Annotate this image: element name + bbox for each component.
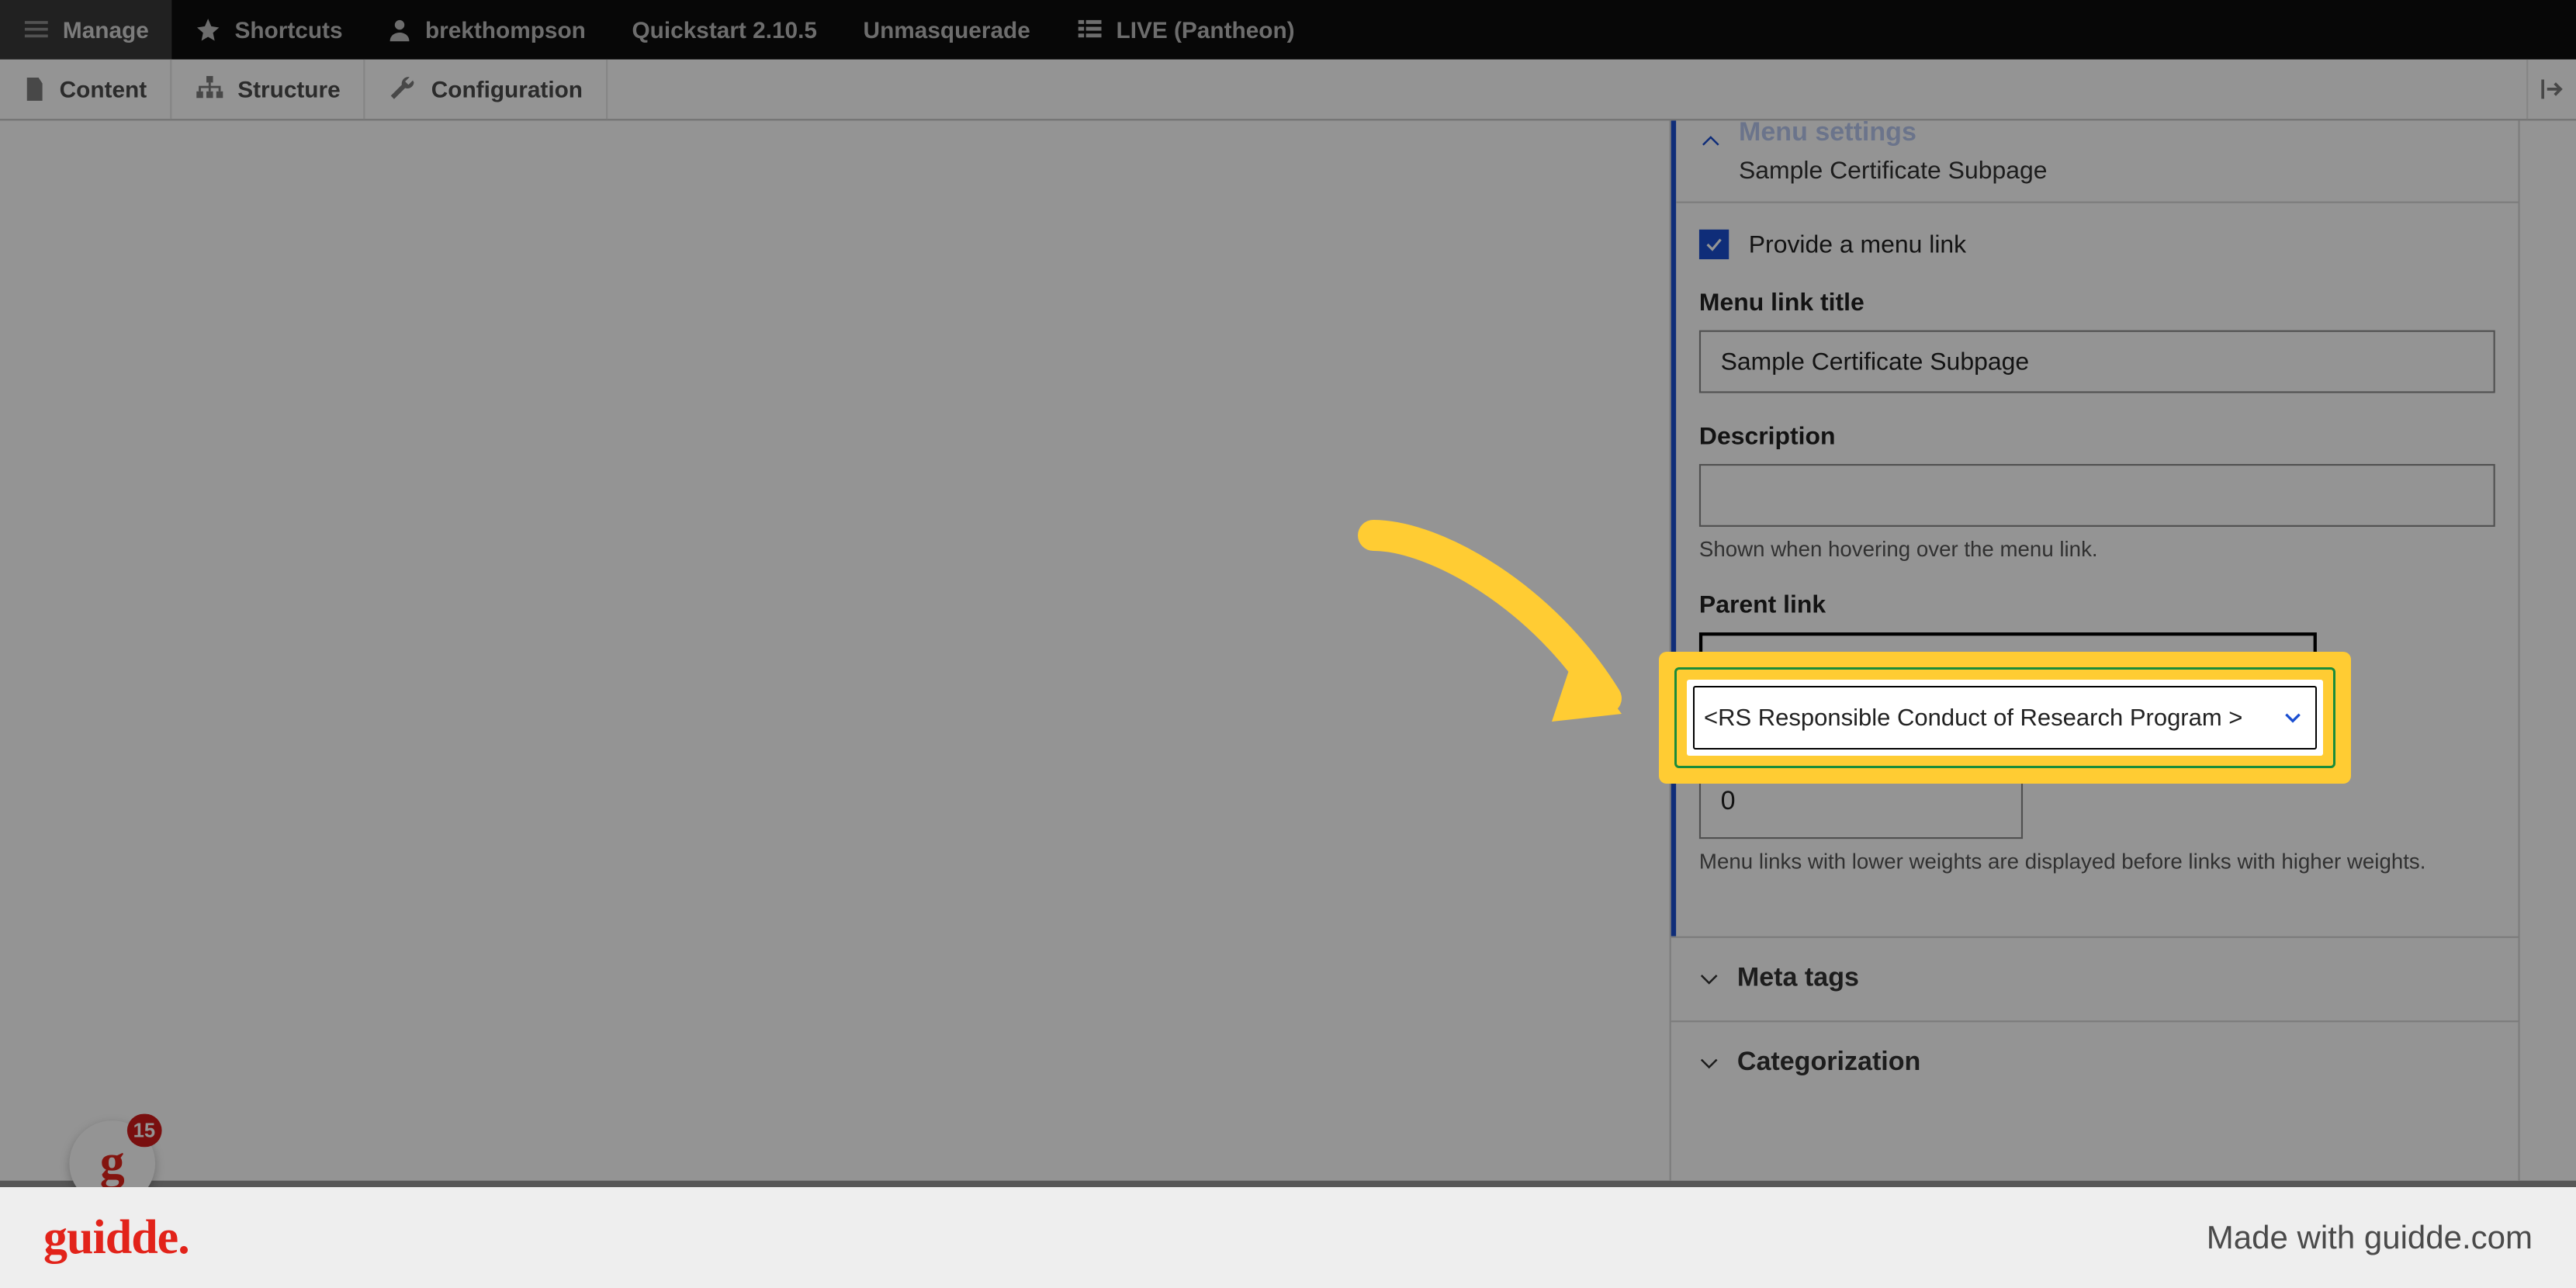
description-help: Shown when hovering over the menu link. — [1699, 537, 2495, 562]
guidde-footer: guidde. Made with guidde.com — [0, 1187, 2576, 1288]
parent-link-label: Parent link — [1699, 591, 2495, 619]
menu-link-title-label: Menu link title — [1699, 289, 2495, 317]
environment-label: LIVE (Pantheon) — [1117, 16, 1295, 43]
categorization-label: Categorization — [1737, 1048, 1920, 1078]
document-icon — [23, 76, 47, 102]
hamburger-icon — [23, 18, 50, 41]
user-menu[interactable]: brekthompson — [365, 0, 608, 60]
guidde-logo: guidde. — [43, 1210, 189, 1265]
weight-input[interactable] — [1699, 766, 2023, 839]
parent-link-select[interactable]: <RS Responsible Conduct of Research Prog… — [1699, 632, 2317, 695]
chevron-down-icon — [1698, 1052, 1721, 1075]
user-label: brekthompson — [425, 16, 586, 43]
meta-tags-label: Meta tags — [1737, 964, 1859, 994]
checkmark-icon — [1704, 234, 1724, 254]
star-icon — [195, 16, 221, 43]
description-input[interactable] — [1699, 464, 2495, 527]
unmasquerade-link[interactable]: Unmasquerade — [840, 0, 1054, 60]
quickstart-link[interactable]: Quickstart 2.10.5 — [609, 0, 840, 60]
unmasquerade-label: Unmasquerade — [864, 16, 1030, 43]
content-label: Content — [60, 76, 147, 102]
guidde-badge-count: 15 — [126, 1114, 161, 1148]
user-icon — [389, 16, 412, 43]
manage-label: Manage — [63, 16, 149, 43]
description-label: Description — [1699, 423, 2495, 451]
quickstart-label: Quickstart 2.10.5 — [632, 16, 816, 43]
chevron-down-icon — [2274, 653, 2297, 676]
menu-settings-body: Provide a menu link Menu link title Desc… — [1676, 202, 2518, 917]
wrench-icon — [388, 76, 417, 102]
weight-help: Menu links with lower weights are displa… — [1699, 849, 2495, 874]
shortcuts-menu[interactable]: Shortcuts — [172, 0, 366, 60]
admin-toolbar: Content Structure Configuration — [0, 60, 2576, 121]
chevron-down-icon — [1698, 968, 1721, 991]
environment-indicator[interactable]: LIVE (Pantheon) — [1054, 0, 1318, 60]
page-body: Menu settings Sample Certificate Subpage… — [0, 120, 2576, 1180]
meta-tags-section[interactable]: Meta tags — [1671, 937, 2519, 1021]
menu-link-title-input[interactable] — [1699, 331, 2495, 393]
bars-icon — [1076, 18, 1103, 41]
content-link[interactable]: Content — [0, 60, 171, 119]
provide-menu-link-checkbox[interactable] — [1699, 230, 1729, 259]
weight-label: Weight — [1699, 725, 2495, 753]
toolbar-collapse[interactable] — [2526, 60, 2576, 119]
menu-settings-title: Menu settings — [1739, 120, 1916, 147]
menu-settings-subtitle: Sample Certificate Subpage — [1676, 157, 2518, 185]
menu-settings-header[interactable]: Menu settings — [1676, 120, 2518, 157]
chevron-up-icon — [1699, 130, 1723, 154]
app-canvas: Menu settings Sample Certificate Subpage… — [0, 0, 2576, 1181]
sitemap-icon — [195, 76, 224, 102]
collapse-icon — [2539, 78, 2565, 101]
structure-link[interactable]: Structure — [171, 60, 365, 119]
provide-menu-link-label: Provide a menu link — [1749, 230, 1966, 258]
guidde-badge-g: g — [100, 1135, 125, 1191]
configuration-link[interactable]: Configuration — [365, 60, 608, 119]
sidebar-panel: Menu settings Sample Certificate Subpage… — [1670, 120, 2520, 1180]
made-with-text: Made with guidde.com — [2207, 1219, 2533, 1256]
menu-settings-section: Menu settings Sample Certificate Subpage… — [1671, 120, 2519, 936]
manage-menu[interactable]: Manage — [0, 0, 172, 60]
categorization-section[interactable]: Categorization — [1671, 1020, 2519, 1105]
structure-label: Structure — [237, 76, 340, 102]
configuration-label: Configuration — [431, 76, 583, 102]
shortcuts-label: Shortcuts — [234, 16, 342, 43]
admin-topbar: Manage Shortcuts brekthompson Quickstart… — [0, 0, 2576, 60]
parent-link-value: <RS Responsible Conduct of Research Prog… — [1723, 649, 2277, 677]
